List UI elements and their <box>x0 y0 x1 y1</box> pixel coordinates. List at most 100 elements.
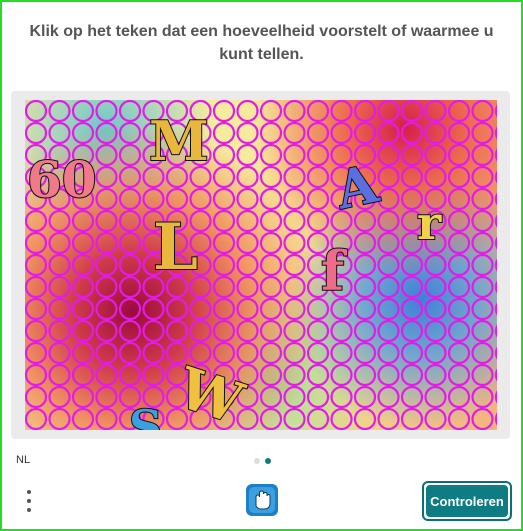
ring <box>494 412 497 426</box>
ring <box>424 275 447 299</box>
ring <box>259 297 283 321</box>
ring <box>377 297 400 321</box>
ring <box>424 341 447 365</box>
ring <box>377 121 400 145</box>
glyph-L[interactable]: L <box>152 215 199 281</box>
ring <box>353 297 377 321</box>
ring <box>494 170 497 184</box>
ring <box>494 324 497 338</box>
glyph-S[interactable]: S <box>128 403 163 430</box>
ring <box>48 275 71 299</box>
ring <box>353 231 377 255</box>
glyph-f[interactable]: f <box>320 243 345 299</box>
ring <box>95 363 118 387</box>
ring <box>494 302 497 316</box>
ring <box>259 121 283 145</box>
ring <box>48 253 71 277</box>
ring <box>283 121 306 145</box>
ring <box>330 363 353 387</box>
ring <box>71 297 95 321</box>
ring <box>25 253 48 277</box>
ring <box>95 121 118 145</box>
ring <box>447 385 471 409</box>
ring <box>471 143 494 167</box>
ring <box>353 407 377 430</box>
ring <box>118 165 142 189</box>
ring <box>118 209 142 233</box>
ring <box>377 319 400 343</box>
ring <box>283 297 306 321</box>
ring <box>283 187 306 211</box>
ring <box>306 385 330 409</box>
ring <box>212 143 236 167</box>
ring <box>25 209 48 233</box>
ring <box>189 319 212 343</box>
ring <box>494 368 497 382</box>
ring <box>259 165 283 189</box>
ring <box>259 100 283 123</box>
ring <box>377 165 400 189</box>
glyph-M[interactable]: M <box>148 113 210 169</box>
ring <box>424 319 447 343</box>
ring <box>71 253 95 277</box>
ring <box>353 385 377 409</box>
ring <box>400 121 424 145</box>
ring <box>71 341 95 365</box>
ring <box>353 275 377 299</box>
ring <box>400 143 424 167</box>
ring <box>25 385 48 409</box>
submit-button-label: Controleren <box>426 485 508 517</box>
ring <box>306 100 330 123</box>
ring <box>259 143 283 167</box>
ring <box>95 407 118 430</box>
ring <box>471 253 494 277</box>
ring <box>424 143 447 167</box>
ring <box>118 341 142 365</box>
ring <box>330 121 353 145</box>
ring <box>259 341 283 365</box>
ring <box>494 104 497 118</box>
ring <box>306 165 330 189</box>
ring <box>142 319 165 343</box>
kebab-dot <box>27 490 31 494</box>
ring <box>377 231 400 255</box>
ring <box>494 258 497 272</box>
ring <box>71 209 95 233</box>
ring <box>424 363 447 387</box>
ring <box>494 148 497 162</box>
ring <box>118 121 142 145</box>
puzzle-image[interactable]: 60 M L A r f W S <box>25 100 497 430</box>
ring <box>377 363 400 387</box>
ring <box>377 407 400 430</box>
ring <box>48 407 71 430</box>
glyph-r[interactable]: r <box>416 199 442 247</box>
ring <box>48 100 71 123</box>
ring <box>400 275 424 299</box>
ring <box>118 143 142 167</box>
ring <box>400 407 424 430</box>
ring <box>165 341 189 365</box>
ring <box>71 121 95 145</box>
more-options-button[interactable] <box>24 488 36 516</box>
ring <box>95 385 118 409</box>
puzzle-container: 60 M L A r f W S <box>11 91 510 439</box>
ring <box>71 231 95 255</box>
ring <box>400 297 424 321</box>
ring <box>471 231 494 255</box>
ring <box>424 100 447 123</box>
ring <box>471 121 494 145</box>
ring <box>236 407 259 430</box>
glyph-60[interactable]: 60 <box>26 154 98 206</box>
ring <box>25 319 48 343</box>
ring <box>471 407 494 430</box>
ring <box>236 100 259 123</box>
ring <box>118 100 142 123</box>
ring <box>25 121 48 145</box>
ring <box>283 165 306 189</box>
ring <box>236 143 259 167</box>
ring <box>306 407 330 430</box>
ring <box>471 385 494 409</box>
ring <box>25 275 48 299</box>
submit-button[interactable]: Controleren <box>422 481 512 521</box>
language-selector[interactable]: NL <box>16 454 30 466</box>
